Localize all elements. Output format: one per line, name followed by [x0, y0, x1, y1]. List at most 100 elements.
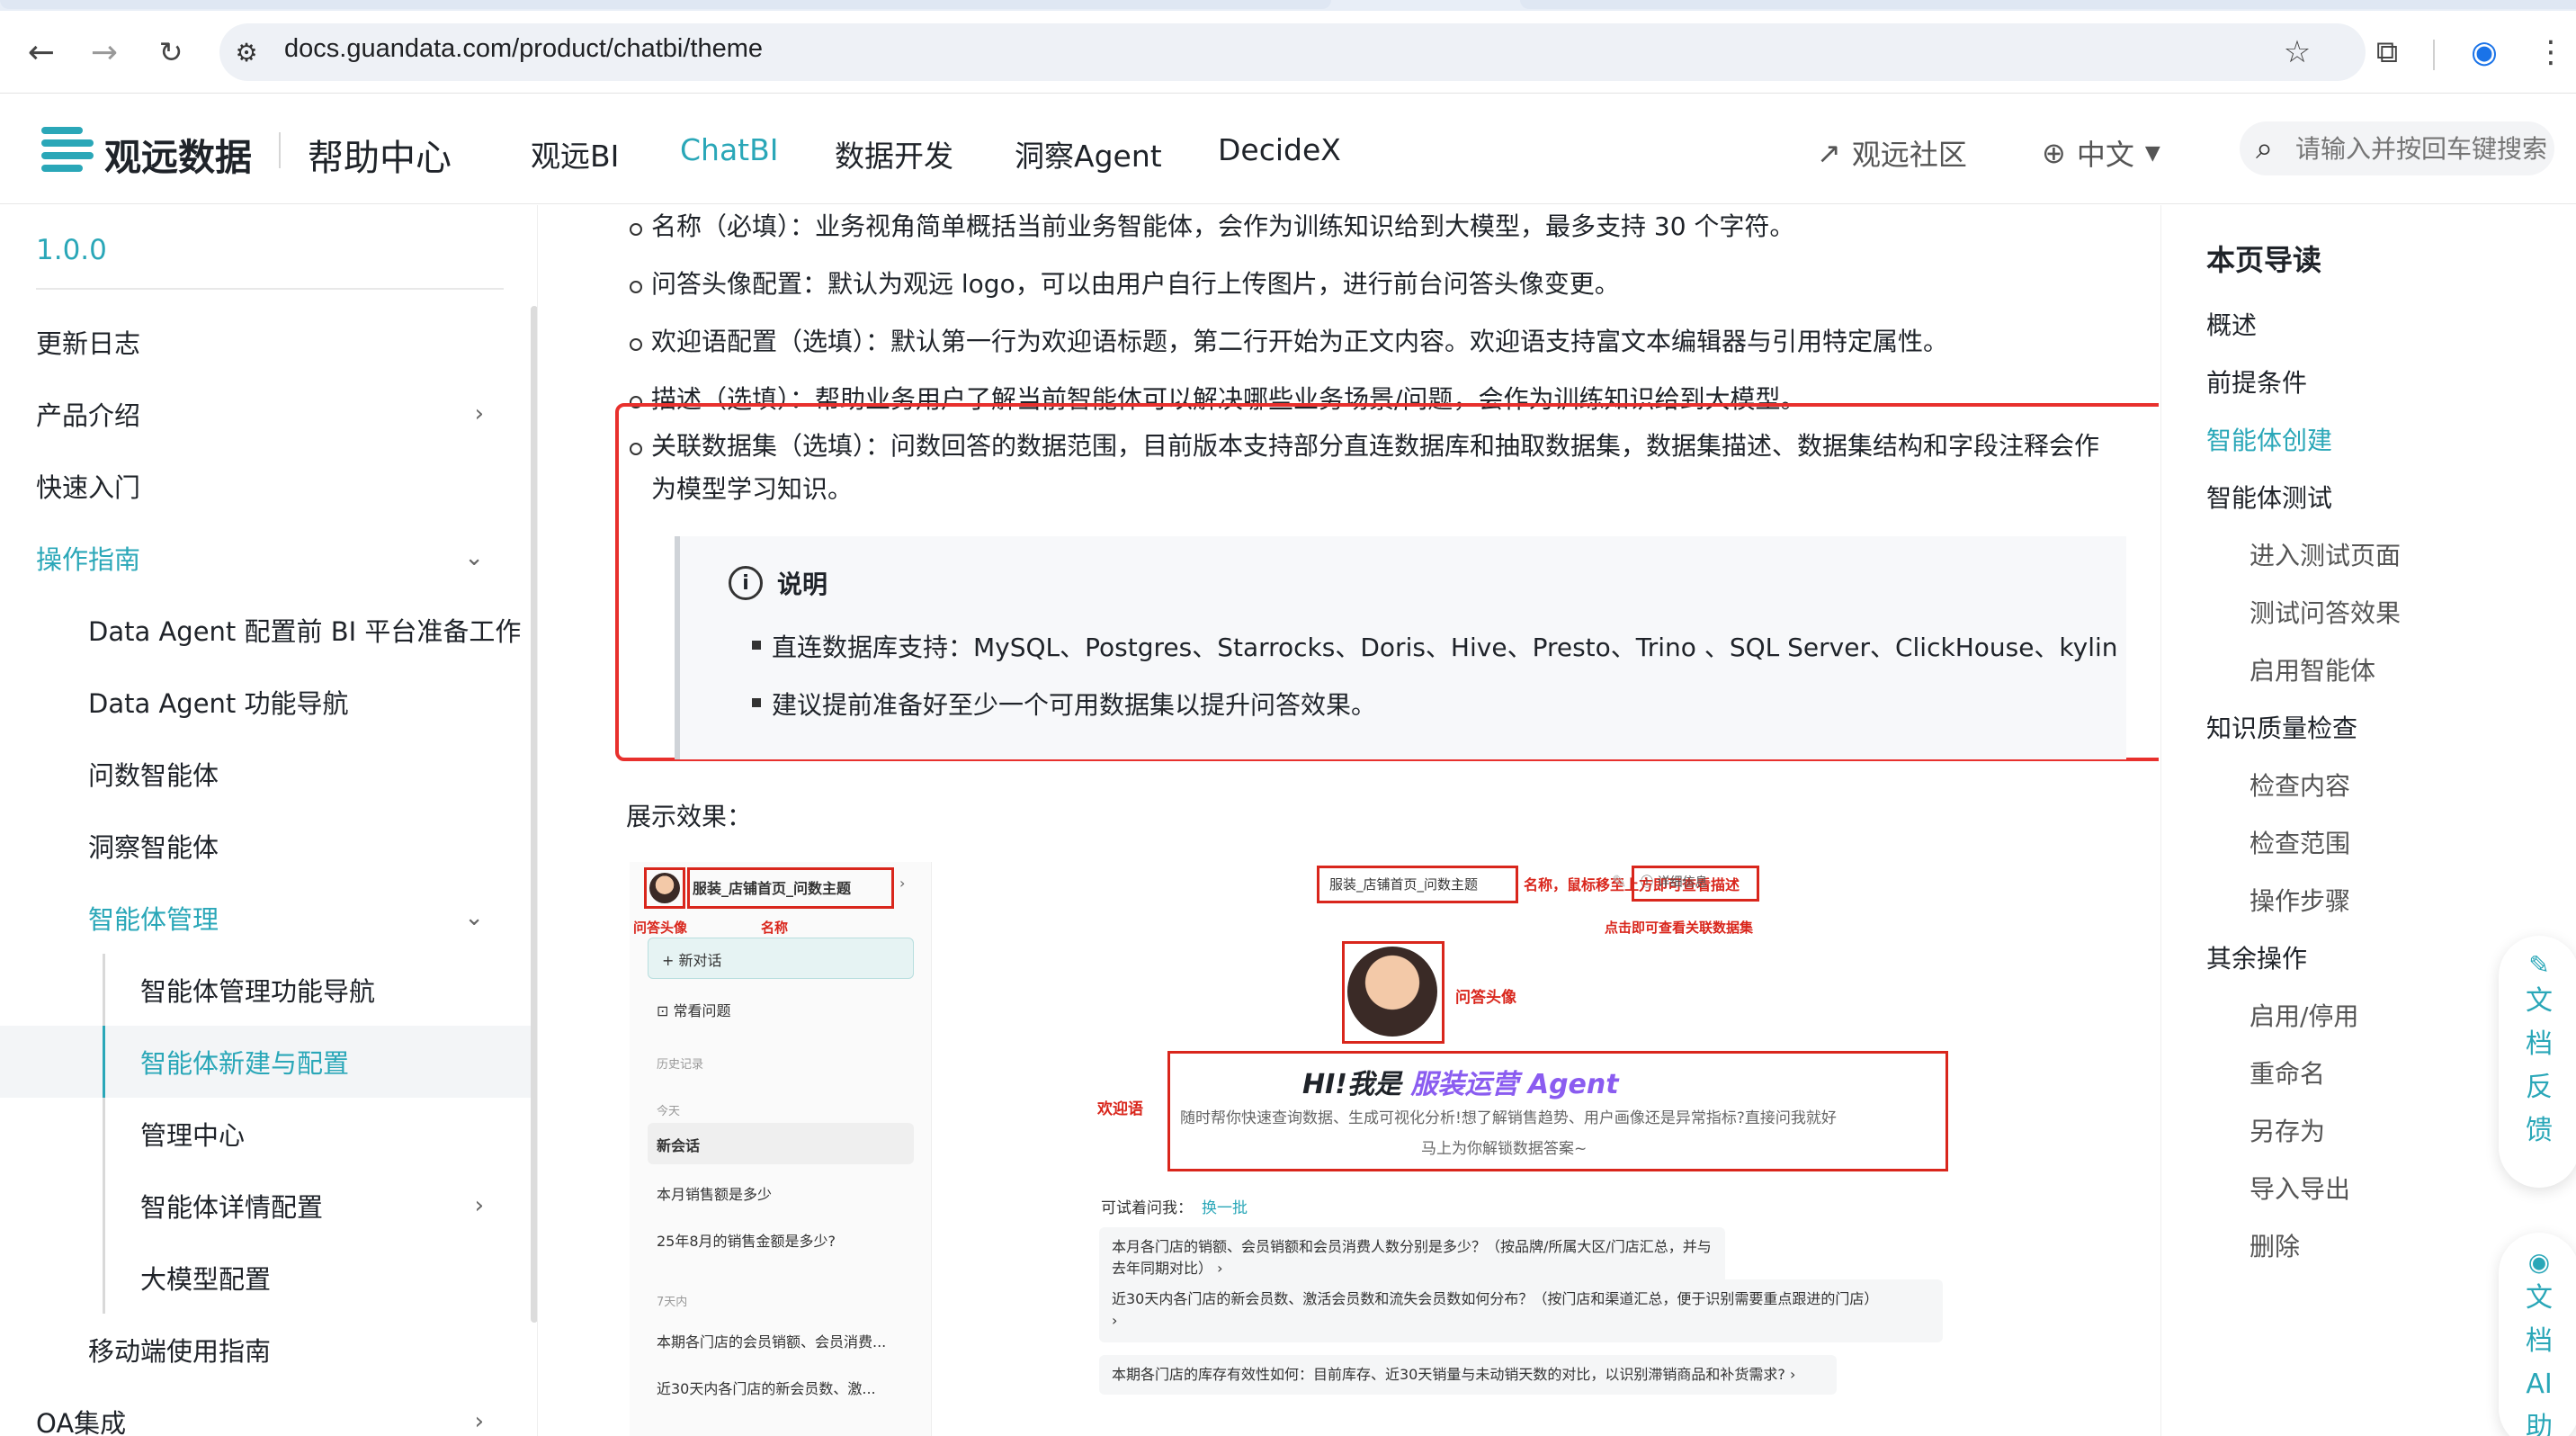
toc-title: 本页导读	[2206, 243, 2322, 277]
toc-item-save-as[interactable]: 另存为	[2250, 1112, 2325, 1148]
tree-line-selected	[103, 1026, 105, 1098]
sidebar-item-label: 洞察智能体	[88, 832, 219, 863]
nav-chatbi[interactable]: ChatBI	[680, 132, 779, 167]
logo-icon[interactable]	[41, 123, 95, 175]
sidebar-item-mobile-guide[interactable]: 移动端使用指南	[0, 1314, 537, 1386]
doc-feedback-button[interactable]: ✎ 文档反馈	[2499, 936, 2576, 1188]
doc-ai-button[interactable]: ◉ 文档AI助	[2499, 1233, 2576, 1436]
toc-item-create[interactable]: 智能体创建	[2206, 421, 2332, 457]
doc-ai-label: 文档AI助	[2526, 1282, 2553, 1436]
sidebar-item-label: 移动端使用指南	[88, 1336, 272, 1367]
chevron-down-icon: ⌄	[464, 544, 484, 571]
language-label: 中文	[2076, 138, 2134, 172]
extensions-icon[interactable]: ⧉	[2366, 31, 2409, 74]
toc-item-quality-check[interactable]: 知识质量检查	[2206, 709, 2357, 745]
shot-highlight	[687, 867, 894, 909]
toc-item-steps[interactable]: 操作步骤	[2250, 882, 2350, 918]
nav-guanyuan-bi[interactable]: 观远BI	[531, 132, 619, 175]
sidebar-item-operation-guide[interactable]: 操作指南 ⌄	[0, 522, 537, 594]
left-sidebar: 1.0.0 更新日志 产品介绍 › 快速入门 操作指南 ⌄ Data Agent 配…	[0, 205, 538, 1436]
search-input[interactable]	[2295, 130, 2547, 166]
toc-item-prereq[interactable]: 前提条件	[2206, 363, 2307, 399]
toc-item-import-export[interactable]: 导入导出	[2250, 1170, 2350, 1206]
forward-arrow-icon[interactable]: →	[81, 29, 128, 76]
shot-faq: ⊡ 常看问题	[657, 999, 731, 1020]
shot-question-2: 近30天内各门店的新会员数、激活会员数和流失会员数如何分布？（按门店和渠道汇总，…	[1099, 1279, 1943, 1342]
url-text[interactable]: docs.guandata.com/product/chatbi/theme	[284, 34, 763, 64]
toc-item-test[interactable]: 智能体测试	[2206, 479, 2332, 515]
sidebar-item-oa-integration[interactable]: OA集成 ›	[0, 1386, 537, 1436]
shot-chat-4: 近30天内各门店的新会员数、激...	[657, 1380, 876, 1397]
sidebar-item-changelog[interactable]: 更新日志	[0, 306, 537, 378]
sidebar-item-query-agent[interactable]: 问数智能体	[0, 738, 537, 810]
browser-toolbar: ← → ↻ ⚙ docs.guandata.com/product/chatbi…	[0, 11, 2576, 94]
sidebar-item-agent-nav[interactable]: Data Agent 功能导航	[0, 666, 537, 738]
toc-item-enter-test[interactable]: 进入测试页面	[2250, 536, 2401, 572]
nav-decidex[interactable]: DecideX	[1218, 132, 1341, 167]
shot-label-welcome: 欢迎语	[1097, 1100, 1143, 1118]
shot-chat-3: 本期各门店的会员销额、会员消费...	[657, 1333, 887, 1351]
bullet-avatar: 问答头像配置：默认为观远 logo，可以由用户自行上传图片，进行前台问答头像变更…	[630, 263, 1620, 306]
search-icon: ⌕	[2256, 130, 2274, 166]
menu-kebab-icon[interactable]: ⋮	[2529, 31, 2572, 74]
toc-item-check-content[interactable]: 检查内容	[2250, 767, 2350, 803]
shot-chat-2: 25年8月的销售金额是多少?	[657, 1233, 836, 1250]
search-box[interactable]: ⌕	[2240, 121, 2554, 175]
bookmark-star-icon[interactable]: ☆	[2276, 31, 2319, 74]
site-settings-icon[interactable]: ⚙	[228, 38, 264, 67]
toc-item-test-effect[interactable]: 测试问答效果	[2250, 594, 2401, 630]
globe-icon: ⊕	[2042, 136, 2066, 170]
shot-detail-text: 详细信息	[1657, 875, 1708, 890]
sidebar-item-label: Data Agent 功能导航	[88, 688, 349, 719]
profile-icon[interactable]: ◉	[2463, 31, 2506, 74]
nav-insight-agent[interactable]: 洞察Agent	[1015, 132, 1162, 175]
shot-plus-icon: +	[662, 952, 679, 969]
browser-tab[interactable]	[1520, 0, 2576, 9]
display-effect-label: 展示效果：	[626, 802, 753, 831]
sidebar-item-bi-prep[interactable]: Data Agent 配置前 BI 平台准备工作	[0, 594, 537, 666]
sidebar-item-label: 智能体详情配置	[140, 1192, 324, 1223]
toc-item-enable-agent[interactable]: 启用智能体	[2250, 651, 2375, 687]
toc-item-overview[interactable]: 概述	[2206, 306, 2257, 342]
sidebar-item-create-config[interactable]: 智能体新建与配置	[0, 1026, 537, 1098]
sidebar-item-management-nav[interactable]: 智能体管理功能导航	[0, 954, 537, 1026]
nav-data-development[interactable]: 数据开发	[835, 132, 953, 175]
shot-info-icon: ⓘ	[1641, 875, 1658, 890]
sidebar-item-label: Data Agent 配置前 BI 平台准备工作	[88, 616, 522, 647]
sidebar-item-label: 智能体新建与配置	[140, 1048, 350, 1079]
shot-edit-icon: ✎	[1612, 871, 1627, 893]
toc-item-rename[interactable]: 重命名	[2250, 1055, 2325, 1090]
toc-item-enable-disable[interactable]: 启用/停用	[2250, 997, 2358, 1033]
help-center-title[interactable]: 帮助中心	[308, 129, 452, 181]
sidebar-item-quick-start[interactable]: 快速入门	[0, 450, 537, 522]
community-link[interactable]: ↗ 观远社区	[1817, 132, 1967, 174]
shot-faq-icon: ⊡	[657, 1002, 674, 1019]
tab-strip	[0, 0, 2576, 11]
version-label[interactable]: 1.0.0	[36, 234, 107, 266]
shot-greeting: HI!我是 服装运营 Agent	[1302, 1062, 1619, 1101]
chevron-right-icon: ›	[474, 1408, 484, 1435]
shot-question-3: 本期各门店的库存有效性如何：目前库存、近30天销量与未动销天数的对比，以识别滞销…	[1099, 1355, 1837, 1395]
sidebar-item-detail-config[interactable]: 智能体详情配置 ›	[0, 1170, 537, 1242]
toc-item-check-scope[interactable]: 检查范围	[2250, 824, 2350, 860]
sidebar-item-product-intro[interactable]: 产品介绍 ›	[0, 378, 537, 450]
sidebar-item-label: 大模型配置	[140, 1264, 272, 1295]
toolbar-divider	[2433, 40, 2435, 70]
sidebar-item-llm-config[interactable]: 大模型配置	[0, 1242, 537, 1314]
sidebar-item-admin-center[interactable]: 管理中心	[0, 1098, 537, 1170]
back-arrow-icon[interactable]: ←	[18, 29, 65, 76]
shot-chevron-icon: ›	[1112, 1312, 1118, 1329]
shot-welcome-line1: 随时帮你快速查询数据、生成可视化分析!想了解销售趋势、用户画像还是异常指标?直接…	[1180, 1109, 1837, 1127]
reload-icon[interactable]: ↻	[148, 29, 194, 76]
shot-try-ask: 可试着问我：	[1101, 1199, 1193, 1217]
sidebar-item-agent-management[interactable]: 智能体管理 ⌄	[0, 882, 537, 954]
toc-item-other-ops[interactable]: 其余操作	[2206, 939, 2307, 975]
brand-name[interactable]: 观远数据	[104, 127, 252, 181]
sidebar-item-insight-agent[interactable]: 洞察智能体	[0, 810, 537, 882]
language-select[interactable]: ⊕ 中文 ▼	[2042, 132, 2160, 174]
sidebar-item-label: 智能体管理	[88, 904, 219, 935]
toc-item-delete[interactable]: 删除	[2250, 1227, 2300, 1263]
sidebar-scrollbar[interactable]	[531, 306, 537, 1323]
browser-tab[interactable]	[0, 0, 1331, 9]
divider	[36, 288, 504, 290]
